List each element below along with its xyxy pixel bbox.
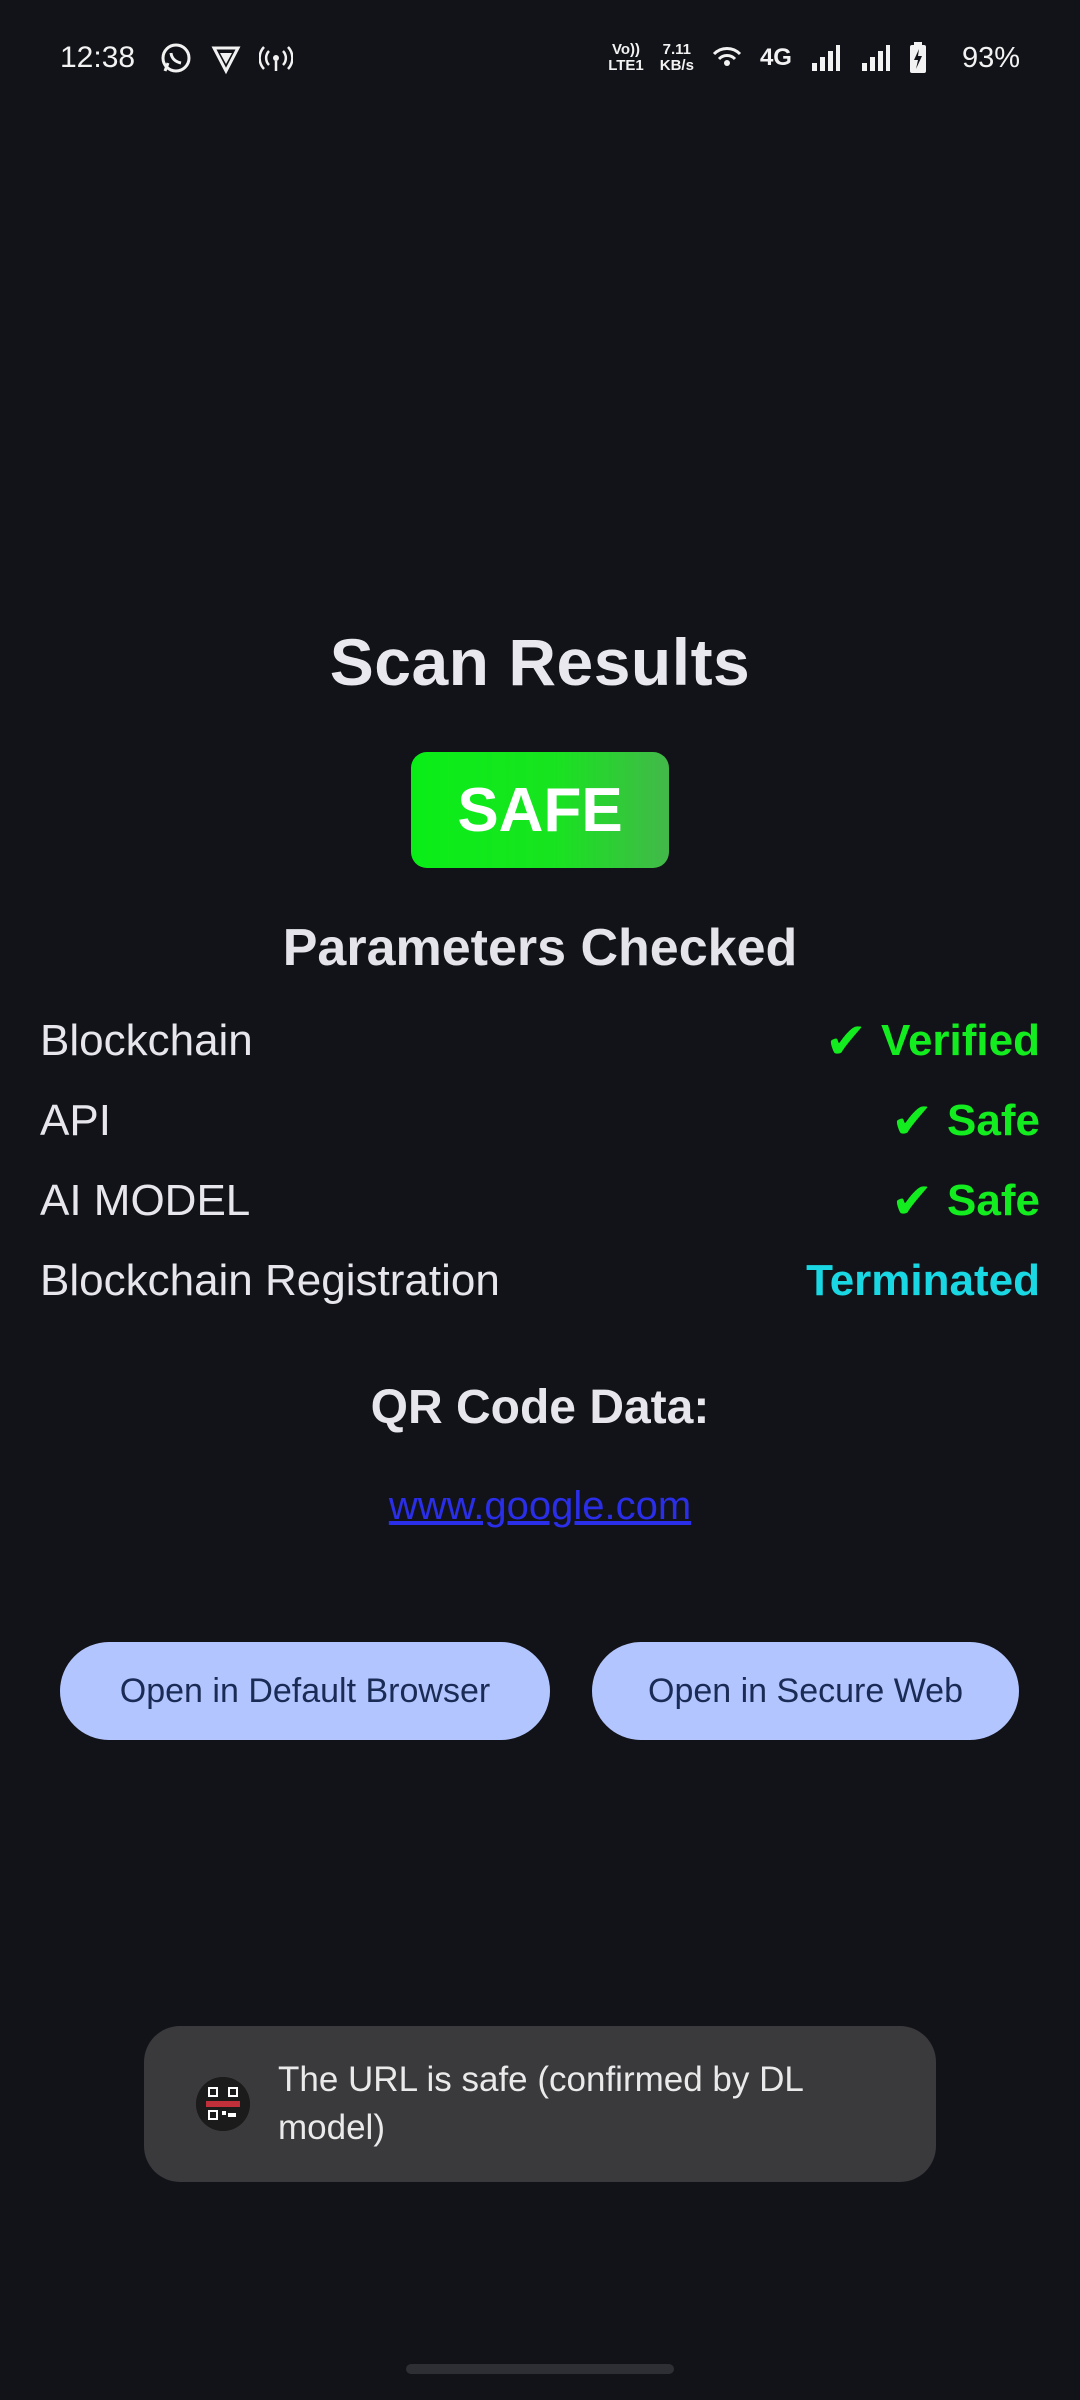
param-row-blockchain: Blockchain ✔ Verified <box>40 1006 1040 1076</box>
speed-unit: KB/s <box>659 57 694 74</box>
hotspot-icon <box>258 41 294 75</box>
open-default-browser-button[interactable]: Open in Default Browser <box>60 1642 550 1740</box>
param-row-ai-model: AI MODEL ✔ Safe <box>40 1166 1040 1236</box>
toast-notification: The URL is safe (confirmed by DL model) <box>144 2026 936 2182</box>
signal-icon <box>808 41 842 75</box>
whatsapp-icon <box>159 41 193 75</box>
param-value: ✔ Verified <box>825 1012 1040 1070</box>
safe-status-badge: SAFE <box>411 752 669 868</box>
network-speed: 7.11 KB/s <box>660 42 694 74</box>
check-icon: ✔ <box>825 1013 868 1069</box>
home-indicator[interactable] <box>406 2364 674 2374</box>
check-icon: ✔ <box>891 1093 934 1149</box>
param-row-api: API ✔ Safe <box>40 1086 1040 1156</box>
network-type: 4G <box>759 44 792 71</box>
open-secure-web-button[interactable]: Open in Secure Web <box>592 1642 1019 1740</box>
qr-data-link[interactable]: www.google.com <box>0 1484 1080 1529</box>
volte-top: Vo)) <box>611 41 640 58</box>
param-status: Verified <box>881 1016 1040 1065</box>
page-title: Scan Results <box>329 625 751 699</box>
vpn-shield-icon <box>209 41 243 75</box>
parameters-heading: Parameters Checked <box>282 919 798 977</box>
param-status: Terminated <box>806 1256 1040 1305</box>
param-label: Blockchain Registration <box>40 1256 500 1305</box>
wifi-icon <box>710 41 744 75</box>
battery-charging-icon <box>908 41 942 75</box>
clock: 12:38 <box>60 41 136 74</box>
param-label: AI MODEL <box>40 1176 251 1225</box>
check-icon: ✔ <box>891 1173 934 1229</box>
scan-results-screen: 12:38 Vo)) LTE1 7.11 KB/s 4G 93% Scan Re… <box>0 0 1080 2400</box>
param-label: Blockchain <box>40 1016 253 1065</box>
volte-bottom: LTE1 <box>608 57 644 74</box>
app-qr-icon <box>196 2077 250 2131</box>
speed-value: 7.11 <box>662 41 692 58</box>
signal-icon-2 <box>858 41 892 75</box>
status-bar-right: Vo)) LTE1 7.11 KB/s 4G 93% <box>608 41 1020 75</box>
volte-indicator: Vo)) LTE1 <box>608 42 644 74</box>
qr-data-heading: QR Code Data: <box>370 1381 710 1434</box>
param-status: Safe <box>947 1176 1040 1225</box>
param-row-blockchain-registration: Blockchain Registration Terminated <box>40 1246 1040 1316</box>
param-value: ✔ Safe <box>891 1092 1040 1150</box>
param-value: ✔ Safe <box>891 1172 1040 1230</box>
param-label: API <box>40 1096 111 1145</box>
status-bar-left: 12:38 <box>60 41 294 75</box>
param-value: Terminated <box>806 1256 1040 1306</box>
toast-message: The URL is safe (confirmed by DL model) <box>278 2060 803 2147</box>
param-status: Safe <box>947 1096 1040 1145</box>
status-bar: 12:38 Vo)) LTE1 7.11 KB/s 4G 93% <box>0 0 1080 116</box>
battery-percentage: 93% <box>961 41 1020 74</box>
